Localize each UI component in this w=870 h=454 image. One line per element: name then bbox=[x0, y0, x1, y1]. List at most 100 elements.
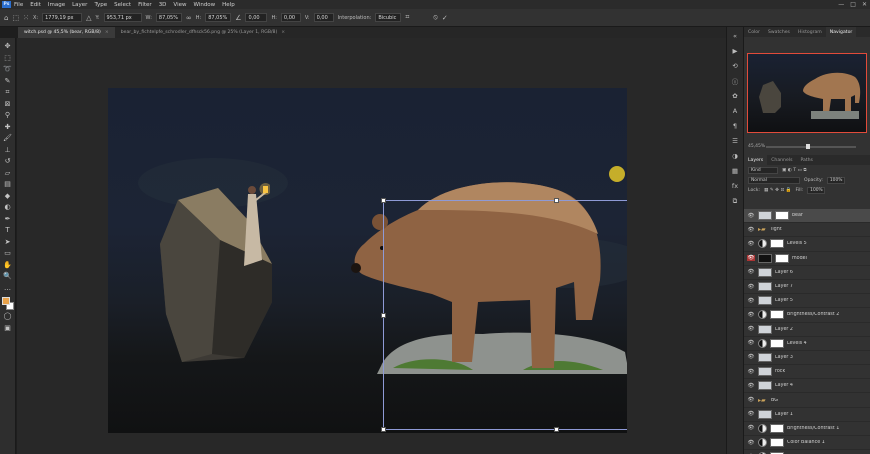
visibility-eye-icon[interactable]: 👁 bbox=[747, 213, 755, 219]
visibility-eye-icon[interactable]: 👁 bbox=[747, 369, 755, 375]
layer-row[interactable]: 👁 bear bbox=[744, 209, 870, 224]
clone-stamp-icon[interactable]: ⊥ bbox=[2, 145, 13, 157]
layer-row[interactable]: 👁 Layer 3 bbox=[744, 351, 870, 366]
layer-thumbnail[interactable] bbox=[758, 352, 772, 362]
layer-mask-thumbnail[interactable] bbox=[770, 338, 784, 348]
tab-witch[interactable]: witch.psd @ 45,5% (bear, RGB/8) × bbox=[18, 27, 115, 38]
quick-select-tool-icon[interactable]: ✎ bbox=[2, 76, 13, 88]
history-brush-icon[interactable]: ↺ bbox=[2, 156, 13, 168]
layer-thumbnail[interactable] bbox=[758, 324, 772, 334]
layer-thumbnail[interactable] bbox=[758, 267, 772, 277]
brush-tool-icon[interactable]: 🖌 bbox=[2, 133, 13, 145]
close-icon[interactable]: × bbox=[105, 30, 109, 35]
transform-bounding-box[interactable] bbox=[381, 198, 627, 432]
layer-comps-icon[interactable]: ⧉ bbox=[730, 196, 740, 206]
tab-layers[interactable]: Layers bbox=[744, 155, 768, 165]
tab-paths[interactable]: Paths bbox=[796, 155, 817, 165]
navigator-zoom-value[interactable]: 45,45% bbox=[748, 144, 765, 149]
navigator-view-frame[interactable] bbox=[747, 53, 867, 133]
menu-help[interactable]: Help bbox=[222, 2, 235, 8]
menu-type[interactable]: Type bbox=[94, 2, 107, 8]
foreground-color-swatch[interactable] bbox=[1, 297, 10, 305]
maximize-button[interactable]: □ bbox=[850, 1, 856, 8]
visibility-eye-icon[interactable]: 👁 bbox=[747, 326, 755, 332]
screen-mode-icon[interactable]: ▣ bbox=[2, 323, 13, 335]
layer-row[interactable]: 👁 Color Balance 1 bbox=[744, 436, 870, 451]
visibility-eye-icon[interactable]: 👁 bbox=[747, 241, 755, 247]
angle-field[interactable]: 0,00 bbox=[245, 13, 268, 22]
quick-mask-icon[interactable]: ◯ bbox=[2, 311, 13, 323]
marquee-tool-icon[interactable]: ⬚ bbox=[2, 53, 13, 65]
layer-row[interactable]: 👁 Brightness/Contrast 2 bbox=[744, 308, 870, 323]
info-icon[interactable]: ⓘ bbox=[730, 76, 740, 86]
layer-row[interactable]: 👁 ▸▰ BG bbox=[744, 393, 870, 408]
shape-tool-icon[interactable]: ▭ bbox=[2, 248, 13, 260]
properties-icon[interactable]: ☰ bbox=[730, 136, 740, 146]
interpolation-select[interactable]: Bicubic bbox=[375, 13, 402, 22]
transform-tool-icon[interactable]: ⬚ bbox=[12, 14, 19, 22]
layer-row[interactable]: 👁 Brightness/Contrast 1 bbox=[744, 422, 870, 436]
blur-tool-icon[interactable]: ◆ bbox=[2, 191, 13, 203]
zoom-slider-knob[interactable] bbox=[806, 144, 810, 149]
layer-row[interactable]: 👁Hue/Saturation 1 bbox=[744, 450, 870, 454]
layer-row[interactable]: 👁 Layer 1 bbox=[744, 408, 870, 422]
layer-row[interactable]: 👁 rock bbox=[744, 365, 870, 380]
fill-field[interactable]: 100% bbox=[807, 186, 826, 194]
menu-select[interactable]: Select bbox=[114, 2, 131, 8]
close-icon[interactable]: × bbox=[281, 30, 285, 35]
canvas-area[interactable] bbox=[17, 38, 726, 454]
visibility-eye-icon[interactable]: 👁 bbox=[747, 383, 755, 389]
layer-mask-thumbnail[interactable] bbox=[770, 310, 784, 320]
layer-mask-thumbnail[interactable] bbox=[775, 211, 789, 221]
minimize-button[interactable]: — bbox=[838, 1, 844, 8]
reference-point-icon[interactable]: ⁙ bbox=[23, 14, 29, 22]
visibility-eye-icon[interactable]: 👁 bbox=[747, 255, 755, 262]
move-tool-icon[interactable]: ✥ bbox=[2, 41, 13, 53]
width-field[interactable]: 87,05% bbox=[155, 13, 182, 22]
libraries-icon[interactable]: ▦ bbox=[730, 166, 740, 176]
layer-thumbnail[interactable] bbox=[758, 296, 772, 306]
play-action-icon[interactable]: ▶ bbox=[730, 46, 740, 56]
layer-row[interactable]: 👁 model bbox=[744, 252, 870, 266]
cancel-transform-icon[interactable]: ⦸ bbox=[433, 13, 438, 22]
layer-thumbnail[interactable] bbox=[758, 282, 772, 292]
path-select-icon[interactable]: ➤ bbox=[2, 237, 13, 249]
visibility-eye-icon[interactable]: 👁 bbox=[747, 227, 755, 233]
navigator-zoom-slider[interactable] bbox=[766, 144, 856, 149]
transform-handle-left[interactable] bbox=[381, 313, 386, 318]
link-icon[interactable]: ∞ bbox=[186, 14, 192, 22]
visibility-eye-icon[interactable]: 👁 bbox=[747, 411, 755, 417]
tab-navigator[interactable]: Navigator bbox=[825, 27, 857, 37]
paragraph-icon[interactable]: ¶ bbox=[730, 121, 740, 131]
visibility-eye-icon[interactable]: 👁 bbox=[747, 298, 755, 304]
opacity-field[interactable]: 100% bbox=[826, 176, 845, 184]
menu-3d[interactable]: 3D bbox=[159, 2, 167, 8]
crop-tool-icon[interactable]: ⌗ bbox=[2, 87, 13, 99]
home-icon[interactable]: ⌂ bbox=[4, 14, 8, 22]
more-tools-icon[interactable]: … bbox=[2, 283, 13, 295]
layer-mask-thumbnail[interactable] bbox=[770, 438, 784, 448]
history-icon[interactable]: ⟲ bbox=[730, 61, 740, 71]
visibility-eye-icon[interactable]: 👁 bbox=[747, 340, 755, 346]
layer-row[interactable]: 👁 Levels 5 bbox=[744, 237, 870, 252]
lock-icons[interactable]: ▦ ✎ ✥ ⊡ 🔒 bbox=[764, 188, 791, 193]
visibility-eye-icon[interactable]: 👁 bbox=[747, 284, 755, 290]
type-tool-icon[interactable]: T bbox=[2, 225, 13, 237]
menu-filter[interactable]: Filter bbox=[138, 2, 152, 8]
layer-row[interactable]: 👁 Layer 4 bbox=[744, 379, 870, 394]
folder-icon[interactable]: ▸▰ bbox=[758, 226, 768, 233]
layer-row[interactable]: 👁 Layer 2 bbox=[744, 323, 870, 337]
close-window-button[interactable]: ✕ bbox=[862, 1, 867, 8]
menu-layer[interactable]: Layer bbox=[72, 2, 87, 8]
visibility-eye-icon[interactable]: 👁 bbox=[747, 425, 755, 431]
transform-handle-top-left[interactable] bbox=[381, 198, 386, 203]
adjustments-icon[interactable]: ◑ bbox=[730, 151, 740, 161]
lasso-tool-icon[interactable]: ➰ bbox=[2, 64, 13, 76]
layer-thumbnail[interactable] bbox=[758, 367, 772, 377]
pen-tool-icon[interactable]: ✒ bbox=[2, 214, 13, 226]
layer-row[interactable]: 👁 Layer 6 bbox=[744, 266, 870, 280]
height-field[interactable]: 87,05% bbox=[205, 13, 232, 22]
zoom-tool-icon[interactable]: 🔍 bbox=[2, 271, 13, 283]
layer-mask-thumbnail[interactable] bbox=[775, 253, 789, 263]
navigator-preview[interactable] bbox=[747, 53, 867, 133]
